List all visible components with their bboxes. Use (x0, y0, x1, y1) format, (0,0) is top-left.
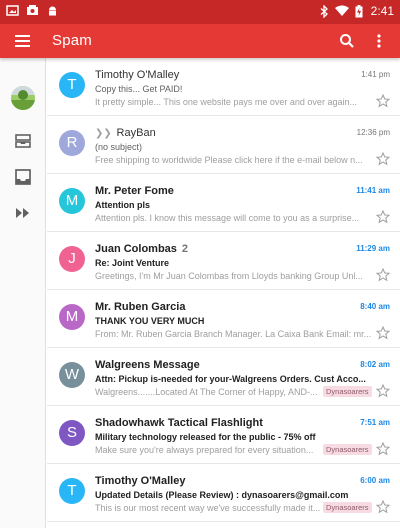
sender-avatar[interactable]: T (59, 478, 85, 504)
email-subject: Copy this... Get PAID! (95, 84, 183, 94)
page-title: Spam (52, 32, 92, 49)
sender-name: Juan Colombas (95, 243, 177, 255)
image-notification-icon (27, 5, 38, 15)
bluetooth-icon (320, 4, 328, 18)
email-time: 11:29 am (356, 244, 390, 253)
hamburger-menu-icon (15, 35, 30, 47)
email-snippet: This is our most recent way we've succes… (95, 503, 321, 513)
email-row[interactable]: J Juan Colombas 2 11:29 am Re: Joint Venture… (47, 232, 400, 290)
email-snippet: From: Mr. Ruben Garcia Branch Manager. L… (95, 329, 372, 339)
search-button[interactable] (336, 30, 358, 52)
sender-line: Timothy O'Malley (95, 475, 295, 487)
email-subject: (no subject) (95, 142, 143, 152)
email-subject: Updated Details (Please Review) : dynaso… (95, 490, 349, 500)
sender-name: Shadowhawk Tactical Flashlight (95, 417, 263, 429)
email-subject: Attention pls (95, 200, 150, 210)
email-row[interactable]: T Timothy O'Malley 1:41 pm Copy this... Get… (47, 58, 400, 116)
rail-forward-button[interactable] (14, 204, 32, 222)
sender-line: ❯❯ RayBan (95, 127, 295, 139)
status-time: 2:41 (370, 4, 394, 18)
sender-name: Timothy O'Malley (95, 69, 180, 81)
label-chip: Dynasoarers (323, 386, 372, 397)
sender-line: Juan Colombas 2 (95, 243, 295, 255)
menu-button[interactable] (12, 31, 34, 51)
email-time: 8:02 am (360, 360, 390, 369)
sender-line: Shadowhawk Tactical Flashlight (95, 417, 295, 429)
sender-name: Mr. Ruben Garcia (95, 301, 186, 313)
status-bar: 2:41 (0, 0, 400, 24)
gallery-notification-icon (6, 5, 19, 16)
battery-icon (355, 4, 363, 17)
sender-avatar[interactable]: M (59, 304, 85, 330)
sender-line: Walgreens Message (95, 359, 295, 371)
email-time: 12:36 pm (356, 128, 390, 137)
star-icon[interactable] (376, 94, 390, 108)
sender-line: Mr. Peter Fome (95, 185, 295, 197)
star-icon[interactable] (376, 384, 390, 398)
email-snippet: Walgreens.......Located At The Corner of… (95, 387, 318, 397)
thread-count: 2 (181, 243, 189, 255)
more-vert-icon (377, 34, 381, 48)
notification-icons (6, 4, 59, 17)
email-time: 8:40 am (360, 302, 390, 311)
email-time: 7:51 am (360, 418, 390, 427)
email-list: T Timothy O'Malley 1:41 pm Copy this... Get… (47, 58, 400, 528)
sender-line: Timothy O'Malley (95, 69, 295, 81)
email-time: 1:41 pm (361, 70, 390, 79)
avatar-landscape-icon (11, 86, 35, 110)
email-snippet: Free shipping to worldwide Please click … (95, 155, 363, 165)
sender-line: Mr. Ruben Garcia (95, 301, 295, 313)
email-snippet: Greetings, I'm Mr Juan Colombas from Llo… (95, 271, 363, 281)
label-chip: Dynasoarers (323, 444, 372, 455)
email-subject: Attn: Pickup is-needed for your-Walgreen… (95, 374, 366, 384)
sender-name: Walgreens Message (95, 359, 200, 371)
app-bar: Spam (0, 24, 400, 58)
email-snippet: Attention pls. I know this message will … (95, 213, 360, 223)
email-row[interactable]: S Shadowhawk Tactical Flashlight 7:51 am Mi… (47, 406, 400, 464)
email-snippet: Make sure you're always prepared for eve… (95, 445, 314, 455)
system-status-icons: 2:41 (320, 4, 394, 18)
forward-arrows-icon (16, 208, 29, 218)
overflow-menu-button[interactable] (368, 30, 390, 52)
sender-name: Timothy O'Malley (95, 475, 186, 487)
sender-name: RayBan (116, 127, 156, 139)
star-icon[interactable] (376, 268, 390, 282)
email-subject: THANK YOU VERY MUCH (95, 316, 205, 326)
sender-avatar[interactable]: W (59, 362, 85, 388)
account-avatar[interactable] (11, 86, 35, 110)
email-snippet: It pretty simple... This one website pay… (95, 97, 357, 107)
email-time: 11:41 am (356, 186, 390, 195)
inbox-stack-icon (15, 134, 31, 148)
star-icon[interactable] (376, 500, 390, 514)
email-time: 6:00 am (360, 476, 390, 485)
label-chip: Dynasoarers (323, 502, 372, 513)
forwarded-icon: ❯❯ (95, 128, 115, 139)
sender-avatar[interactable]: M (59, 188, 85, 214)
sender-avatar[interactable]: J (59, 246, 85, 272)
sender-avatar[interactable]: T (59, 72, 85, 98)
star-icon[interactable] (376, 326, 390, 340)
sender-avatar[interactable]: S (59, 420, 85, 446)
email-row[interactable]: T Timothy O'Malley 6:00 am Updated Details … (47, 464, 400, 522)
sender-name: Mr. Peter Fome (95, 185, 174, 197)
search-icon (340, 34, 354, 48)
email-row[interactable]: M Mr. Peter Fome 11:41 am Attention pls Atte… (47, 174, 400, 232)
email-subject: Military technology released for the pub… (95, 432, 316, 442)
email-subject: Re: Joint Venture (95, 258, 170, 268)
star-icon[interactable] (376, 210, 390, 224)
inbox-icon (15, 169, 31, 185)
rail-inbox-stack-button[interactable] (14, 132, 32, 150)
sender-avatar[interactable]: R (59, 130, 85, 156)
email-row[interactable]: R ❯❯ RayBan 12:36 pm (no subject) Free shipp… (47, 116, 400, 174)
android-notification-icon (49, 6, 56, 16)
navigation-rail (0, 58, 46, 528)
star-icon[interactable] (376, 442, 390, 456)
email-row[interactable]: W Walgreens Message 8:02 am Attn: Pickup is… (47, 348, 400, 406)
wifi-icon (334, 5, 349, 16)
rail-inbox-button[interactable] (14, 168, 32, 186)
star-icon[interactable] (376, 152, 390, 166)
email-row[interactable]: M Mr. Ruben Garcia 8:40 am THANK YOU VERY M… (47, 290, 400, 348)
